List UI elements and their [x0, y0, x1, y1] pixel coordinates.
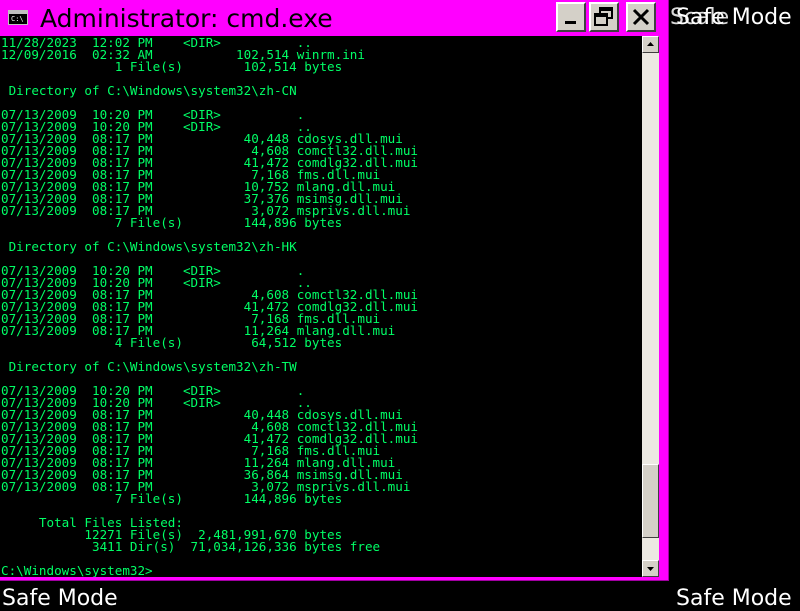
close-button[interactable]: [626, 2, 656, 32]
console-line: Directory of C:\Windows\system32\zh-TW: [1, 359, 297, 374]
restore-icon: [594, 7, 613, 26]
window-bottom-border: [0, 577, 668, 580]
console-line: 7 File(s) 144,896 bytes: [1, 215, 343, 230]
close-icon: [632, 8, 650, 26]
desktop-safe-mode-label-bottom-left: Safe Mode: [2, 586, 118, 611]
console-line: 4 File(s) 64,512 bytes: [1, 335, 343, 350]
cmd-prompt-icon[interactable]: C:\: [8, 10, 28, 25]
console-line: Directory of C:\Windows\system32\zh-CN: [1, 83, 297, 98]
console-output[interactable]: 11/28/2023 12:02 PM <DIR> .. 12/09/2016 0…: [0, 36, 642, 577]
console-line: 1 File(s) 102,514 bytes: [1, 59, 343, 74]
desktop-safe-mode-label-top-right: Safe Mode: [676, 5, 792, 30]
title-bar[interactable]: C:\ Administrator: cmd.exe: [0, 0, 668, 36]
console-line: 7 File(s) 144,896 bytes: [1, 491, 343, 506]
scroll-up-button[interactable]: [642, 36, 659, 53]
cmd-window[interactable]: C:\ Administrator: cmd.exe 11/28/2023 12…: [0, 0, 669, 581]
scroll-down-button[interactable]: [642, 560, 659, 577]
arrow-up-icon: [647, 42, 654, 46]
cmd-icon-label: C:\: [11, 15, 24, 23]
console-text-area: 11/28/2023 12:02 PM <DIR> .. 12/09/2016 0…: [1, 36, 418, 577]
restore-button[interactable]: [589, 2, 619, 32]
minimize-button[interactable]: [556, 2, 586, 32]
scroll-thumb[interactable]: [642, 464, 659, 539]
minimize-icon: [565, 21, 576, 24]
console-line: Directory of C:\Windows\system32\zh-HK: [1, 239, 297, 254]
console-line: C:\Windows\system32>: [1, 563, 153, 577]
console-line: 3411 Dir(s) 71,034,126,336 bytes free: [1, 539, 381, 554]
arrow-down-icon: [647, 567, 654, 571]
vertical-scrollbar[interactable]: [642, 36, 659, 577]
window-title: Administrator: cmd.exe: [40, 4, 333, 33]
desktop-safe-mode-label-bottom-right: Safe Mode: [676, 586, 792, 611]
